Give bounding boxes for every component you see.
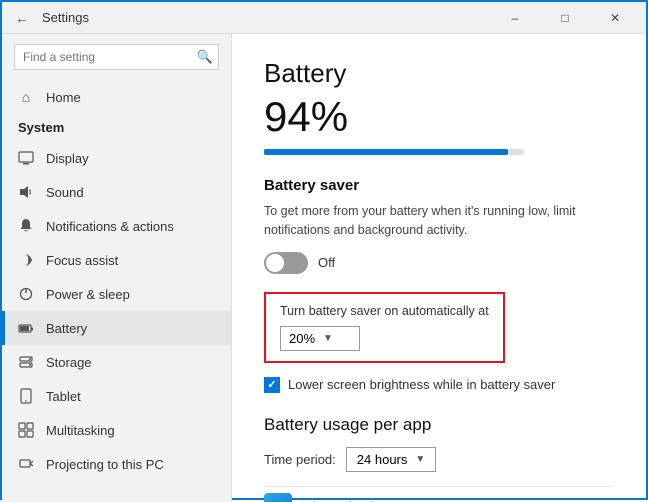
window-controls: – □ ✕ bbox=[492, 2, 638, 34]
projecting-icon bbox=[18, 456, 34, 472]
app-icon-edge bbox=[264, 493, 292, 502]
battery-saver-toggle[interactable] bbox=[264, 252, 308, 274]
sidebar-item-label: Notifications & actions bbox=[46, 219, 174, 234]
auto-saver-label: Turn battery saver on automatically at bbox=[280, 304, 489, 318]
sidebar-item-projecting[interactable]: Projecting to this PC bbox=[2, 447, 231, 481]
time-dropdown-value: 24 hours bbox=[357, 452, 408, 467]
notifications-icon bbox=[18, 218, 34, 234]
sidebar-item-notifications[interactable]: Notifications & actions bbox=[2, 209, 231, 243]
power-icon bbox=[18, 286, 34, 302]
sidebar-item-label: Display bbox=[46, 151, 89, 166]
brightness-checkbox[interactable]: ✓ bbox=[264, 377, 280, 393]
battery-bar-fill bbox=[264, 149, 508, 155]
sidebar-item-label: Focus assist bbox=[46, 253, 118, 268]
title-bar: ← Settings – □ ✕ bbox=[2, 2, 646, 34]
chevron-down-icon: ▼ bbox=[415, 454, 425, 465]
tablet-icon bbox=[18, 388, 34, 404]
page-title: Battery bbox=[264, 58, 614, 89]
sidebar-item-label: Battery bbox=[46, 321, 87, 336]
sidebar-item-label: Storage bbox=[46, 355, 92, 370]
brightness-checkbox-row: ✓ Lower screen brightness while in batte… bbox=[264, 377, 614, 393]
sidebar-item-label: Sound bbox=[46, 185, 84, 200]
sidebar-item-label: Power & sleep bbox=[46, 287, 130, 302]
search-icon: 🔍 bbox=[197, 49, 213, 65]
storage-icon bbox=[18, 354, 34, 370]
app-container: 🔍 ⌂ Home System Display Sound Notificati… bbox=[2, 34, 646, 502]
sidebar-item-label: Tablet bbox=[46, 389, 81, 404]
usage-section-title: Battery usage per app bbox=[264, 415, 614, 435]
focus-icon bbox=[18, 252, 34, 268]
sidebar-item-tablet[interactable]: Tablet bbox=[2, 379, 231, 413]
toggle-knob bbox=[266, 254, 284, 272]
minimize-button[interactable]: – bbox=[492, 2, 538, 34]
time-period-row: Time period: 24 hours ▼ bbox=[264, 447, 614, 472]
battery-bar-background bbox=[264, 149, 524, 155]
battery-saver-toggle-row: Off bbox=[264, 252, 614, 274]
title-bar-title: Settings bbox=[42, 10, 492, 25]
sidebar-item-label: Home bbox=[46, 90, 81, 105]
time-period-dropdown[interactable]: 24 hours ▼ bbox=[346, 447, 437, 472]
close-button[interactable]: ✕ bbox=[592, 2, 638, 34]
multitasking-icon bbox=[18, 422, 34, 438]
brightness-checkbox-label: Lower screen brightness while in battery… bbox=[288, 377, 555, 392]
toggle-label: Off bbox=[318, 255, 335, 270]
sidebar: 🔍 ⌂ Home System Display Sound Notificati… bbox=[2, 34, 232, 502]
sidebar-item-storage[interactable]: Storage bbox=[2, 345, 231, 379]
sidebar-item-multitasking[interactable]: Multitasking bbox=[2, 413, 231, 447]
maximize-button[interactable]: □ bbox=[542, 2, 588, 34]
search-input[interactable] bbox=[14, 44, 219, 70]
sound-icon bbox=[18, 184, 34, 200]
sidebar-item-home[interactable]: ⌂ Home bbox=[2, 80, 231, 114]
sidebar-item-label: Multitasking bbox=[46, 423, 115, 438]
time-period-label: Time period: bbox=[264, 452, 336, 467]
sidebar-item-focus[interactable]: Focus assist bbox=[2, 243, 231, 277]
back-button[interactable]: ← bbox=[10, 6, 34, 30]
display-icon bbox=[18, 150, 34, 166]
auto-saver-dropdown-row: 20% ▼ bbox=[280, 326, 489, 351]
checkbox-check-icon: ✓ bbox=[267, 378, 276, 391]
sidebar-item-display[interactable]: Display bbox=[2, 141, 231, 175]
battery-saver-description: To get more from your battery when it's … bbox=[264, 202, 614, 240]
dropdown-value: 20% bbox=[289, 331, 315, 346]
content-area: Battery 94% Battery saver To get more fr… bbox=[232, 34, 646, 502]
sidebar-item-sound[interactable]: Sound bbox=[2, 175, 231, 209]
sidebar-item-battery[interactable]: Battery bbox=[2, 311, 231, 345]
sidebar-item-power[interactable]: Power & sleep bbox=[2, 277, 231, 311]
auto-saver-dropdown[interactable]: 20% ▼ bbox=[280, 326, 360, 351]
sidebar-item-label: Projecting to this PC bbox=[46, 457, 164, 472]
battery-saver-title: Battery saver bbox=[264, 177, 614, 194]
battery-percent: 94% bbox=[264, 93, 614, 141]
battery-saver-auto-box: Turn battery saver on automatically at 2… bbox=[264, 292, 505, 363]
battery-icon bbox=[18, 320, 34, 336]
home-icon: ⌂ bbox=[18, 89, 34, 105]
search-container: 🔍 bbox=[14, 44, 219, 70]
chevron-down-icon: ▼ bbox=[323, 333, 333, 344]
sidebar-section-system: System bbox=[2, 114, 231, 141]
